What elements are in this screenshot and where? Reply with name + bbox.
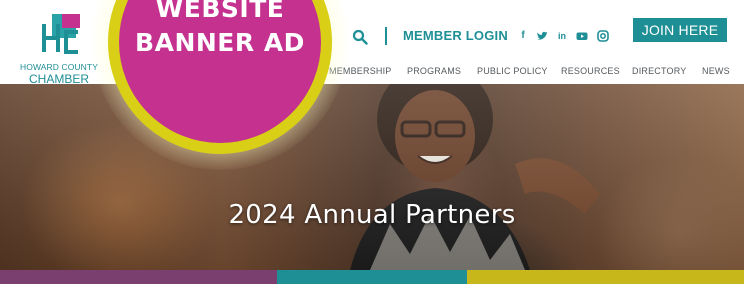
search-icon[interactable]	[352, 29, 368, 45]
twitter-icon[interactable]	[536, 30, 548, 42]
youtube-icon[interactable]	[576, 30, 588, 42]
badge-label: WEBSITE BANNER AD	[108, 0, 332, 60]
color-bar-teal	[277, 270, 467, 284]
hero-overlay	[0, 84, 744, 270]
nav-item-resources[interactable]: RESOURCES	[561, 66, 620, 76]
logo-mark-icon	[42, 14, 80, 54]
color-bar-purple	[0, 270, 277, 284]
join-here-button[interactable]: JOIN HERE	[633, 18, 727, 42]
badge-label-line1: WEBSITE	[155, 0, 285, 23]
nav-item-news[interactable]: NEWS	[702, 66, 730, 76]
linkedin-icon[interactable]: in	[556, 30, 568, 42]
badge-label-line2: BANNER AD	[135, 28, 305, 57]
facebook-icon[interactable]: f	[517, 30, 529, 42]
header-divider	[385, 27, 387, 45]
nav-item-programs[interactable]: PROGRAMS	[407, 66, 461, 76]
member-login-link[interactable]: MEMBER LOGIN	[403, 28, 508, 43]
hero-title: 2024 Annual Partners	[228, 200, 516, 230]
instagram-icon[interactable]	[597, 30, 609, 42]
color-bar-yellow	[467, 270, 744, 284]
nav-item-public-policy[interactable]: PUBLIC POLICY	[477, 66, 548, 76]
nav-item-directory[interactable]: DIRECTORY	[632, 66, 686, 76]
